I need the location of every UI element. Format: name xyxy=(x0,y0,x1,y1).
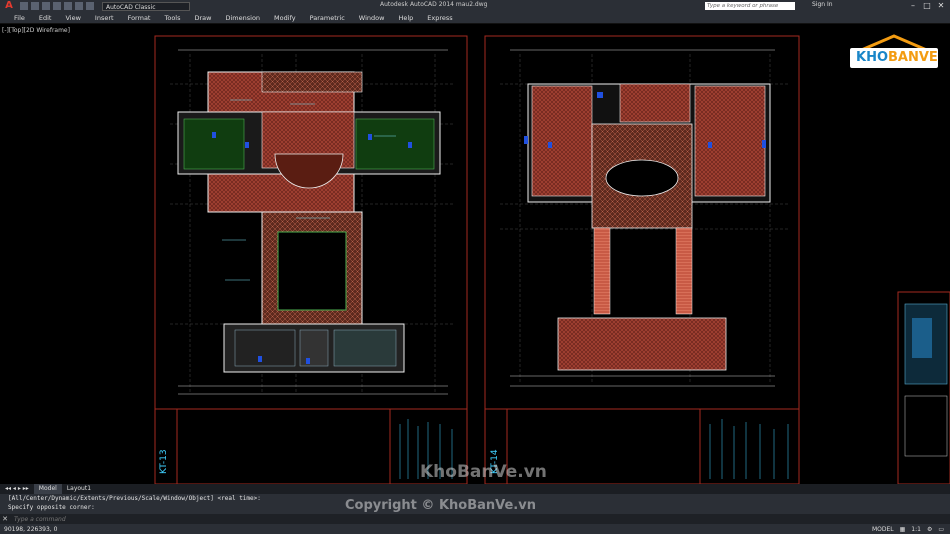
menu-express[interactable]: Express xyxy=(427,14,452,22)
open-icon[interactable] xyxy=(31,2,39,10)
sheet-left-title: KT-13 xyxy=(159,449,169,474)
workspace-dropdown[interactable]: AutoCAD Classic xyxy=(102,1,190,11)
menu-window[interactable]: Window xyxy=(359,14,385,22)
search-input[interactable]: Type a keyword or phrase xyxy=(705,2,795,10)
grid-icon[interactable]: ▦ xyxy=(900,526,906,533)
logo-brand-b: BANVE xyxy=(888,50,938,65)
new-icon[interactable] xyxy=(20,2,28,10)
status-tray: MODEL ▦ 1:1 ⚙ ▭ xyxy=(872,524,944,534)
redo-icon[interactable] xyxy=(86,2,94,10)
watermark-big: KhoBanVe.vn xyxy=(420,462,547,482)
command-input[interactable] xyxy=(10,514,318,524)
watermark-copyright: Copyright © KhoBanVe.vn xyxy=(345,498,536,513)
window-title: Autodesk AutoCAD 2014 mau2.dwg xyxy=(380,1,488,8)
window-controls: – □ ✕ xyxy=(906,0,948,11)
command-line: ✕ xyxy=(0,514,950,524)
menu-file[interactable]: File xyxy=(14,14,25,22)
sheet-partial-right xyxy=(897,291,950,484)
save-icon[interactable] xyxy=(42,2,50,10)
nav-arrows-icon[interactable]: ◂◂ ◂ ▸ ▸▸ xyxy=(0,484,34,494)
model-toggle[interactable]: MODEL xyxy=(872,526,894,533)
status-bar: 90198, 226393, 0 MODEL ▦ 1:1 ⚙ ▭ xyxy=(0,524,950,534)
maximize-icon[interactable]: □ xyxy=(920,0,934,11)
sign-in-link[interactable]: Sign In xyxy=(812,1,833,8)
autocad-app-icon[interactable]: A xyxy=(0,0,18,12)
undo-icon[interactable] xyxy=(75,2,83,10)
tab-layout1[interactable]: Layout1 xyxy=(62,484,96,494)
tab-model[interactable]: Model xyxy=(33,484,62,494)
layout-tabs: ◂◂ ◂ ▸ ▸▸ Model Layout1 xyxy=(0,484,950,494)
annotation-scale[interactable]: 1:1 xyxy=(911,526,921,533)
menu-insert[interactable]: Insert xyxy=(95,14,114,22)
menu-bar: File Edit View Insert Format Tools Draw … xyxy=(0,12,950,24)
logo-text: KHOBANVE xyxy=(856,50,938,65)
close-icon[interactable]: ✕ xyxy=(934,0,948,11)
quick-access-toolbar xyxy=(20,2,94,10)
coordinates-readout: 90198, 226393, 0 xyxy=(4,525,58,533)
khobanve-logo: KHOBANVE xyxy=(846,34,941,70)
menu-draw[interactable]: Draw xyxy=(195,14,212,22)
menu-edit[interactable]: Edit xyxy=(39,14,52,22)
menu-modify[interactable]: Modify xyxy=(274,14,296,22)
menu-format[interactable]: Format xyxy=(128,14,151,22)
menu-dimension[interactable]: Dimension xyxy=(225,14,260,22)
print-icon[interactable] xyxy=(64,2,72,10)
sheet-left: KT-13 xyxy=(154,35,468,484)
workspace-gear-icon[interactable]: ⚙ xyxy=(927,526,932,533)
fullscreen-icon[interactable]: ▭ xyxy=(938,526,944,533)
title-bar: A AutoCAD Classic Autodesk AutoCAD 2014 … xyxy=(0,0,950,12)
logo-brand-a: KHO xyxy=(856,50,889,65)
close-command-line-icon[interactable]: ✕ xyxy=(0,515,10,523)
menu-view[interactable]: View xyxy=(65,14,80,22)
saveas-icon[interactable] xyxy=(53,2,61,10)
drawing-canvas: KT-13 KT-14 xyxy=(154,35,950,484)
menu-tools[interactable]: Tools xyxy=(164,14,180,22)
menu-help[interactable]: Help xyxy=(398,14,413,22)
sheet-right: KT-14 xyxy=(484,35,800,484)
drawing-viewport[interactable]: [-][Top][2D Wireframe] KT-13 KT-14 KHOBA… xyxy=(0,24,950,484)
menu-parametric[interactable]: Parametric xyxy=(310,14,345,22)
minimize-icon[interactable]: – xyxy=(906,0,920,11)
